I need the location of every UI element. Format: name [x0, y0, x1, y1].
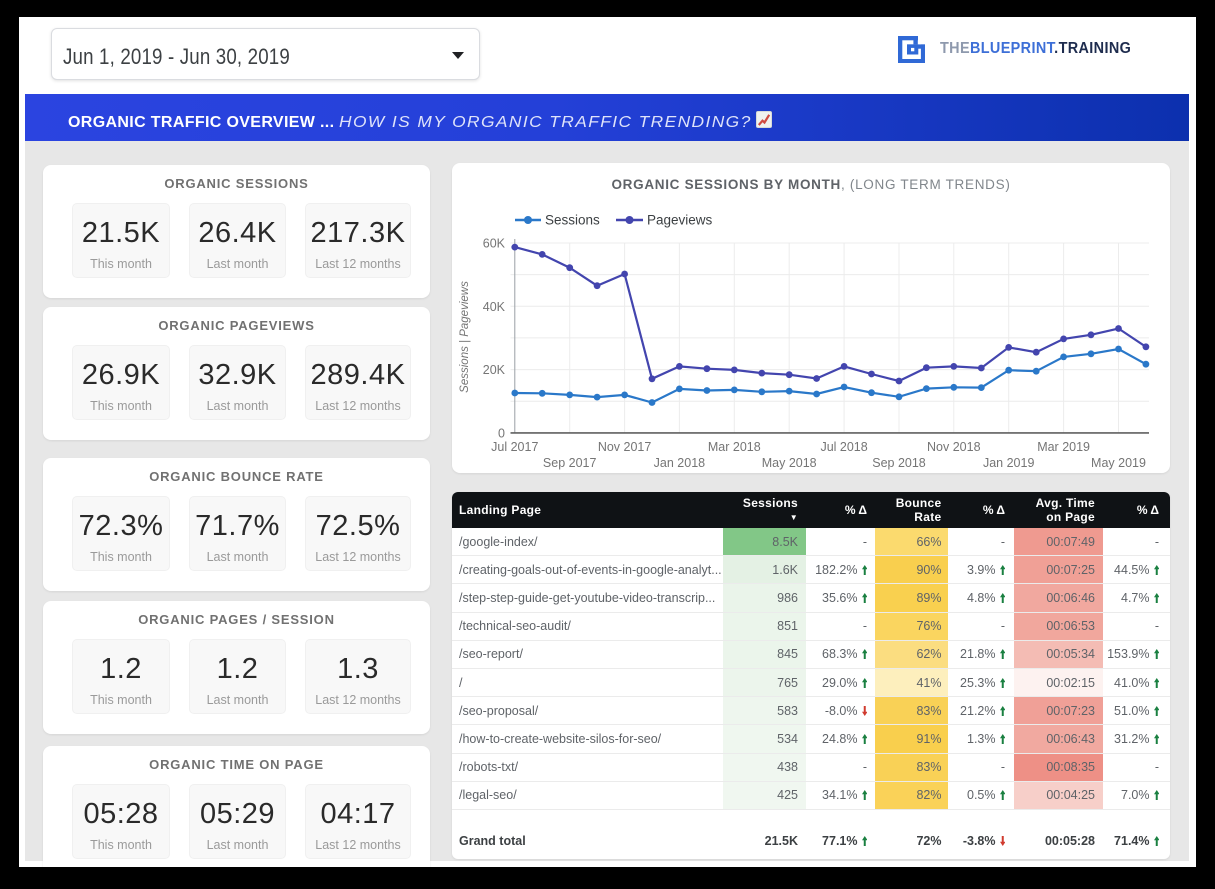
- svg-text:May 2019: May 2019: [1091, 456, 1146, 470]
- svg-text:Jul 2017: Jul 2017: [491, 440, 538, 454]
- svg-text:20K: 20K: [483, 363, 506, 377]
- svg-text:Jul 2018: Jul 2018: [820, 440, 867, 454]
- svg-text:Sep 2017: Sep 2017: [543, 456, 597, 470]
- svg-text:Jan 2018: Jan 2018: [654, 456, 705, 470]
- svg-text:40K: 40K: [483, 300, 506, 314]
- svg-text:Nov 2018: Nov 2018: [927, 440, 981, 454]
- svg-text:Pageviews: Pageviews: [647, 213, 713, 228]
- svg-text:Nov 2017: Nov 2017: [598, 440, 652, 454]
- svg-text:Sessions: Sessions: [545, 213, 600, 228]
- svg-text:Jan 2019: Jan 2019: [983, 456, 1034, 470]
- svg-text:60K: 60K: [483, 237, 506, 251]
- svg-text:Sep 2018: Sep 2018: [872, 456, 926, 470]
- svg-text:May 2018: May 2018: [762, 456, 817, 470]
- svg-text:ORGANIC SESSIONS BY MONTH, (LO: ORGANIC SESSIONS BY MONTH, (LONG TERM TR…: [611, 177, 1010, 192]
- svg-text:Mar 2018: Mar 2018: [708, 440, 761, 454]
- svg-text:Sessions | Pageviews: Sessions | Pageviews: [459, 281, 471, 393]
- svg-text:Mar 2019: Mar 2019: [1037, 440, 1090, 454]
- svg-text:0: 0: [498, 426, 505, 440]
